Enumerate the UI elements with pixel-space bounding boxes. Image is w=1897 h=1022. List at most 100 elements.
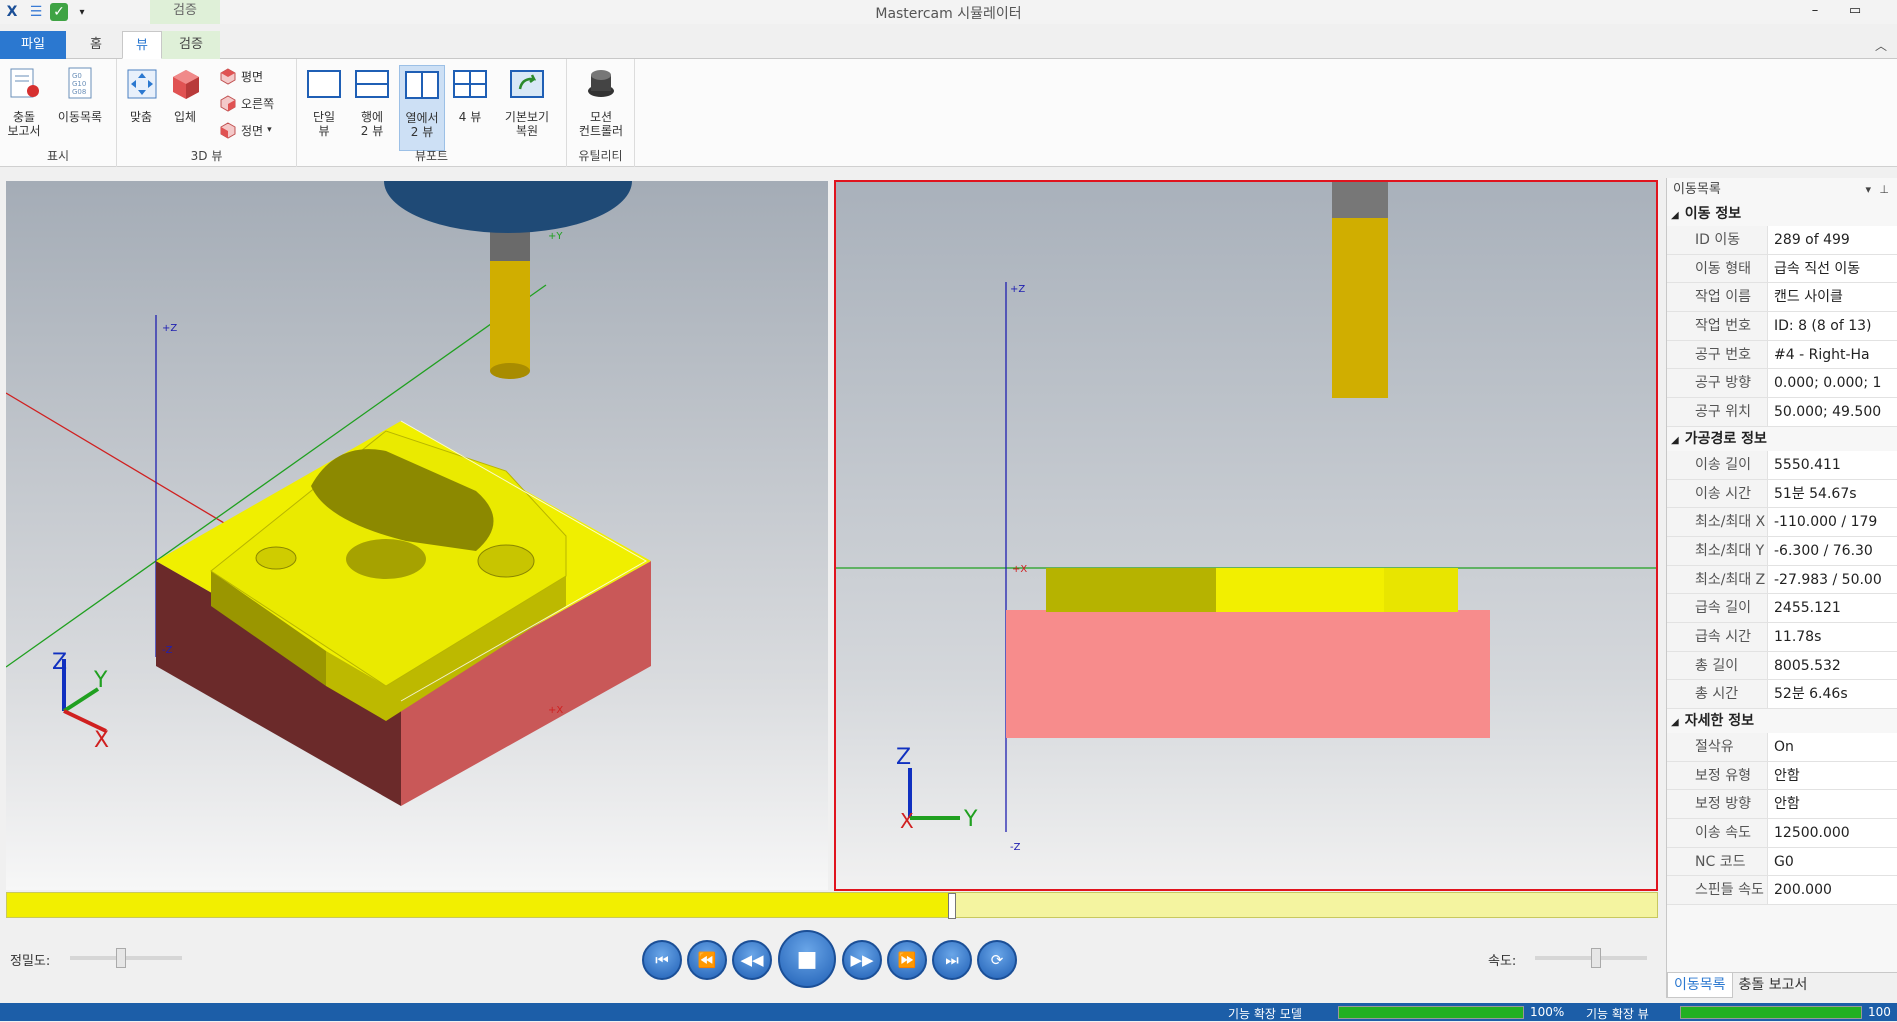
collapse-icon: ◢ <box>1671 717 1679 728</box>
property-row[interactable]: NC 코드 G0 <box>1667 847 1897 877</box>
plan-view-button[interactable]: 평면 <box>219 65 263 87</box>
property-row[interactable]: 보정 방향 안함 <box>1667 790 1897 820</box>
precision-slider[interactable] <box>70 948 182 968</box>
fit-button[interactable]: 맞춤 <box>123 65 159 124</box>
ribbon: 충돌 보고서 G0 G10 G08 이동목록 표시 맞춤 입체 평면 오른쪽 정… <box>0 59 1897 167</box>
property-row[interactable]: 보정 유형 안함 <box>1667 761 1897 791</box>
section-detail-info[interactable]: ◢ 자세한 정보 <box>1667 709 1897 733</box>
property-key: 작업 이름 <box>1667 283 1767 312</box>
step-forward-button[interactable]: ⏩ <box>887 940 927 980</box>
panel-dropdown-icon[interactable]: ▾ <box>1865 178 1871 202</box>
property-row[interactable]: 이송 시간 51분 54.67s <box>1667 479 1897 509</box>
property-key: 절삭유 <box>1667 733 1767 761</box>
right-view-button[interactable]: 오른쪽 <box>219 92 274 114</box>
collapse-icon: ◢ <box>1671 210 1679 221</box>
go-to-start-button[interactable]: ⏮ <box>642 940 682 980</box>
move-list-button[interactable]: G0 G10 G08 이동목록 <box>52 65 108 124</box>
property-key: 공구 번호 <box>1667 340 1767 369</box>
single-view-button[interactable]: 단일 뷰 <box>303 65 345 138</box>
viewport-isometric[interactable]: +Y +Z -Z +X Z Y X <box>6 181 828 890</box>
property-row[interactable]: 이송 속도 12500.000 <box>1667 819 1897 848</box>
property-row[interactable]: ID 이동 289 of 499 <box>1667 226 1897 255</box>
property-value: -27.983 / 50.00 <box>1767 565 1897 594</box>
minimize-button[interactable]: – <box>1795 0 1835 24</box>
playback-bar: 정밀도: ⏮ ⏪ ◀◀ ■ ▶▶ ⏩ ⏭ ⟳ 속도: <box>0 920 1665 998</box>
status-label-model: 기능 확장 모델 <box>1228 1007 1302 1021</box>
property-row[interactable]: 최소/최대 Y -6.300 / 76.30 <box>1667 536 1897 566</box>
front-scene: +Z -Z +X Z Y X <box>836 182 1656 853</box>
property-row[interactable]: 이송 길이 5550.411 <box>1667 450 1897 480</box>
property-row[interactable]: 이동 형태 급속 직선 이동 <box>1667 254 1897 284</box>
property-key: 총 길이 <box>1667 651 1767 680</box>
property-value: 8005.532 <box>1767 651 1897 680</box>
rewind-button[interactable]: ◀◀ <box>732 940 772 980</box>
speed-slider-thumb[interactable] <box>1591 948 1602 968</box>
timeline-track[interactable] <box>6 892 1658 919</box>
group-utility: 모션 컨트롤러 유틸리티 <box>567 59 635 167</box>
tab-home[interactable]: 홈 <box>70 31 122 59</box>
collision-report-button[interactable]: 충돌 보고서 <box>4 65 44 138</box>
context-tab-label: 검증 <box>150 0 220 24</box>
property-row[interactable]: 공구 방향 0.000; 0.000; 1 <box>1667 369 1897 399</box>
tab-move-list[interactable]: 이동목록 <box>1667 973 1733 998</box>
restore-button[interactable]: ▭ <box>1835 0 1875 24</box>
front-dropdown-icon[interactable]: ▾ <box>267 125 272 135</box>
tab-file[interactable]: 파일 <box>0 31 66 59</box>
label-minus-z: -Z <box>162 645 173 656</box>
quick-access-toolbar: X ☰ ✓ ▾ <box>2 2 92 22</box>
four-view-button[interactable]: 4 뷰 <box>449 65 491 124</box>
property-row[interactable]: 총 시간 52분 6.46s <box>1667 680 1897 709</box>
property-row[interactable]: 작업 이름 캔드 사이클 <box>1667 283 1897 313</box>
check-icon[interactable]: ✓ <box>50 3 68 21</box>
ribbon-collapse-icon[interactable]: ︿ <box>1875 37 1887 54</box>
tab-collision-report[interactable]: 충돌 보고서 <box>1733 973 1814 998</box>
panel-header: 이동목록 ▾ ⊥ <box>1667 178 1897 202</box>
status-pct-view: 100 <box>1868 1005 1891 1019</box>
stop-button[interactable]: ■ <box>778 930 836 988</box>
label-plus-z: +Z <box>162 323 177 334</box>
property-key: 이송 길이 <box>1667 450 1767 479</box>
go-to-end-button[interactable]: ⏭ <box>932 940 972 980</box>
step-back-button[interactable]: ⏪ <box>687 940 727 980</box>
timeline-marker[interactable] <box>948 893 957 919</box>
panel-tabs: 이동목록 충돌 보고서 <box>1667 972 1897 998</box>
status-progress-model-fill <box>1339 1007 1523 1018</box>
viewport-front[interactable]: +Z -Z +X Z Y X <box>834 180 1658 891</box>
property-row[interactable]: 절삭유 On <box>1667 733 1897 762</box>
play-forward-button[interactable]: ▶▶ <box>842 940 882 980</box>
property-row[interactable]: 스핀들 속도 200.000 <box>1667 876 1897 906</box>
property-row[interactable]: 최소/최대 X -110.000 / 179 <box>1667 508 1897 537</box>
solid-cube-icon <box>173 70 199 99</box>
mastercam-x-icon[interactable]: X <box>2 2 22 22</box>
restore-default-view-button[interactable]: 기본보기 복원 <box>497 65 557 138</box>
triad-x-label: X <box>94 728 109 753</box>
tab-view[interactable]: 뷰 <box>122 31 162 59</box>
section-toolpath-info[interactable]: ◢ 가공경로 정보 <box>1667 427 1897 451</box>
property-row[interactable]: 급속 시간 11.78s <box>1667 622 1897 652</box>
property-row[interactable]: 총 길이 8005.532 <box>1667 651 1897 681</box>
speed-slider[interactable] <box>1535 948 1647 968</box>
property-row[interactable]: 작업 번호 ID: 8 (8 of 13) <box>1667 312 1897 341</box>
two-rows-view-button[interactable]: 행에 2 뷰 <box>351 65 393 138</box>
timeline-progress <box>7 893 953 917</box>
two-columns-view-button[interactable]: 열에서 2 뷰 <box>399 65 445 151</box>
property-row[interactable]: 공구 위치 50.000; 49.500 <box>1667 398 1897 427</box>
label-plus-x-front: +X <box>1012 564 1027 575</box>
motion-controller-button[interactable]: 모션 컨트롤러 <box>571 65 631 138</box>
property-row[interactable]: 공구 번호 #4 - Right-Ha <box>1667 340 1897 370</box>
solid-button[interactable]: 입체 <box>167 65 203 124</box>
tab-verify[interactable]: 검증 <box>162 31 220 59</box>
property-value: 12500.000 <box>1767 819 1897 847</box>
group-label-3d-view: 3D 뷰 <box>190 149 223 163</box>
pin-icon[interactable]: ⊥ <box>1879 178 1889 202</box>
front-view-button[interactable]: 정면 ▾ <box>219 119 272 141</box>
property-row[interactable]: 급속 길이 2455.121 <box>1667 594 1897 623</box>
property-value: #4 - Right-Ha <box>1767 340 1897 369</box>
loop-button[interactable]: ⟳ <box>977 940 1017 980</box>
layers-icon[interactable]: ☰ <box>26 2 46 22</box>
section-move-info[interactable]: ◢ 이동 정보 <box>1667 202 1897 226</box>
qat-dropdown-icon[interactable]: ▾ <box>72 2 92 22</box>
property-row[interactable]: 최소/최대 Z -27.983 / 50.00 <box>1667 565 1897 595</box>
triad-y-line <box>62 687 100 713</box>
precision-slider-thumb[interactable] <box>115 948 126 968</box>
